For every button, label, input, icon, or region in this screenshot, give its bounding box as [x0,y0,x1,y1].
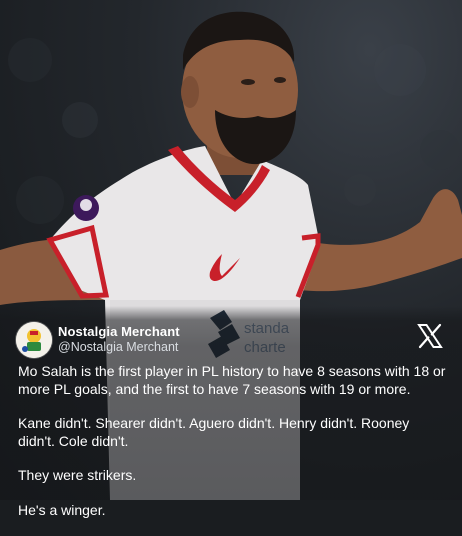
post-paragraph: Kane didn't. Shearer didn't. Aguero didn… [18,415,414,449]
post-paragraph: He's a winger. [18,501,106,518]
post-paragraph: Mo Salah is the first player in PL histo… [18,363,450,397]
author-avatar[interactable] [16,322,52,358]
author-handle[interactable]: @Nostalgia Merchant [58,340,178,354]
author-name[interactable]: Nostalgia Merchant [58,324,180,339]
post-paragraph: They were strikers. [18,467,137,483]
post-header: Nostalgia Merchant @Nostalgia Merchant [16,322,446,360]
avatar-icon [16,322,52,358]
x-logo-icon[interactable] [416,322,444,350]
post-text: Mo Salah is the first player in PL histo… [18,363,448,536]
